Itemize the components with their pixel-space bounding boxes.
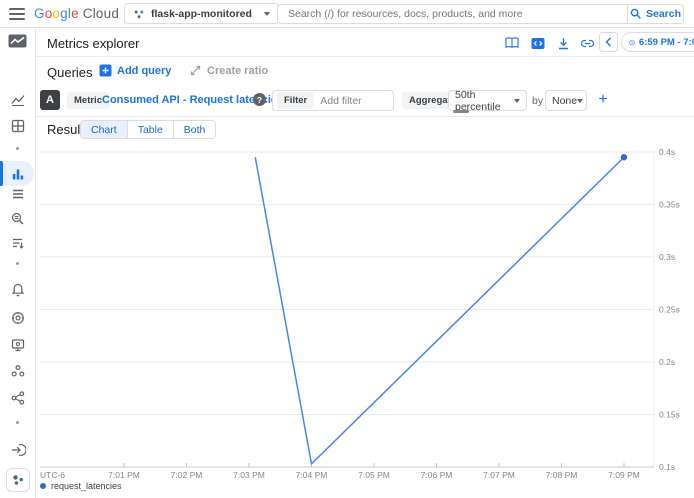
ratio-arrows-icon [189, 64, 202, 77]
filter-chip-label: Filter [277, 92, 314, 109]
query-letter-badge: A [40, 90, 60, 110]
svg-text:0.4s: 0.4s [659, 147, 675, 157]
sidebar-item-overview[interactable] [0, 92, 35, 108]
svg-text:0.35s: 0.35s [659, 200, 680, 210]
google-cloud-logo[interactable]: Google Cloud [34, 6, 119, 21]
chevron-down-icon [577, 99, 583, 103]
cloud-wordmark: Cloud [83, 6, 119, 21]
global-search [277, 4, 628, 24]
metrics-explorer-screen: Google Cloud flask-app-monitored Search [0, 0, 694, 498]
svg-text:0.25s: 0.25s [659, 305, 680, 315]
group-by-dropdown[interactable]: None [545, 90, 587, 111]
queries-title: Queries [47, 65, 93, 80]
sidebar-item-alerting[interactable] [0, 282, 35, 298]
chart-legend[interactable]: request_latencies [40, 481, 122, 491]
svg-text:7:04 PM: 7:04 PM [296, 470, 328, 480]
aggregation-value: 50th percentile [455, 89, 514, 113]
results-view-tabs: Chart Table Both [80, 120, 216, 139]
line-chart-canvas: 0.4s 0.35s 0.3s 0.25s 0.2s 0.15s 0.1s 7:01 PM 7:… [36, 140, 694, 485]
tab-both[interactable]: Both [174, 121, 216, 138]
chevron-down-icon [514, 99, 520, 103]
time-range-text: 6:59 PM - 7:0 [639, 37, 694, 48]
hamburger-menu-icon[interactable] [9, 8, 25, 20]
results-section-header: Results Chart Table Both [36, 117, 694, 140]
sidebar-item-log-search[interactable] [0, 211, 35, 227]
separator-dot [0, 262, 35, 265]
help-icon[interactable]: ? [253, 93, 266, 106]
top-bar: Google Cloud flask-app-monitored Search [0, 0, 694, 28]
svg-text:0.1s: 0.1s [659, 462, 675, 472]
sidebar-item-metrics-explorer[interactable] [0, 166, 35, 182]
clock-icon [629, 37, 635, 48]
more-services-box [6, 468, 30, 492]
sidebar-item-settings[interactable] [0, 310, 35, 326]
sidebar-item-more-services[interactable] [0, 468, 35, 492]
title-bar: Metrics explorer 6:59 PM - 7:0 [36, 28, 694, 57]
create-ratio-label: Create ratio [207, 65, 268, 77]
project-icon [133, 8, 145, 20]
time-range-back-button[interactable] [599, 32, 618, 52]
latency-chart[interactable]: 0.4s 0.35s 0.3s 0.25s 0.2s 0.15s 0.1s 7:01 PM 7:… [36, 140, 694, 498]
project-name: flask-app-monitored [151, 8, 252, 20]
tab-table[interactable]: Table [128, 121, 174, 138]
metric-dropdown[interactable]: Consumed API - Request latencies [102, 94, 295, 106]
search-button[interactable]: Search [627, 4, 684, 24]
filter-placeholder: Add filter [320, 95, 361, 107]
page-title: Metrics explorer [47, 36, 139, 51]
svg-text:0.15s: 0.15s [659, 410, 680, 420]
queries-section-header: Queries Add query Create ratio [36, 57, 694, 85]
svg-text:7:01 PM: 7:01 PM [108, 470, 140, 480]
sidebar-item-uptime-checks[interactable] [0, 337, 35, 353]
scroll-indicator [453, 110, 469, 113]
sidebar-item-share-graph[interactable] [0, 390, 35, 406]
by-label: by [532, 95, 543, 107]
svg-text:0.3s: 0.3s [659, 252, 675, 262]
book-icon[interactable] [504, 35, 520, 51]
add-query-label: Add query [117, 65, 171, 77]
download-icon[interactable] [555, 35, 571, 51]
create-ratio-button[interactable]: Create ratio [189, 64, 268, 77]
code-box-icon[interactable] [530, 35, 546, 51]
link-icon[interactable] [579, 35, 595, 51]
left-nav-sidebar [0, 28, 35, 498]
svg-text:7:03 PM: 7:03 PM [233, 470, 265, 480]
svg-text:7:09 PM: 7:09 PM [608, 470, 640, 480]
search-button-label: Search [646, 8, 681, 20]
legend-label: request_latencies [51, 481, 122, 491]
google-wordmark: Google [34, 6, 79, 21]
query-builder-row: A Metric Consumed API - Request latencie… [36, 85, 694, 117]
sidebar-item-dashboards[interactable] [0, 118, 35, 134]
project-selector[interactable]: flask-app-monitored [124, 3, 279, 24]
add-aggregation-button[interactable]: + [592, 89, 614, 111]
group-by-value: None [552, 95, 577, 107]
svg-text:7:02 PM: 7:02 PM [171, 470, 203, 480]
sidebar-item-integrations[interactable] [0, 442, 35, 458]
search-input[interactable] [278, 8, 628, 20]
time-range-selector[interactable]: 6:59 PM - 7:0 [621, 32, 694, 52]
sidebar-item-list[interactable] [0, 186, 35, 202]
tab-chart[interactable]: Chart [81, 121, 128, 138]
sidebar-item-sort-trace[interactable] [0, 235, 35, 251]
separator-dot [0, 147, 35, 150]
svg-text:7:07 PM: 7:07 PM [483, 470, 515, 480]
chevron-left-icon [605, 37, 612, 47]
svg-text:0.2s: 0.2s [659, 357, 675, 367]
aggregation-dropdown[interactable]: 50th percentile [448, 90, 527, 111]
sidebar-item-groups[interactable] [0, 363, 35, 379]
svg-text:7:05 PM: 7:05 PM [358, 470, 390, 480]
filter-input[interactable]: Filter Add filter [272, 90, 394, 111]
svg-text:7:08 PM: 7:08 PM [546, 470, 578, 480]
add-query-button[interactable]: Add query [99, 64, 171, 77]
plus-square-icon [99, 64, 112, 77]
svg-text:7:06 PM: 7:06 PM [421, 470, 453, 480]
separator-dot [0, 421, 35, 424]
monitoring-product-icon [0, 34, 35, 48]
legend-dot [40, 483, 46, 489]
chevron-down-icon [264, 12, 270, 16]
svg-text:UTC-6: UTC-6 [40, 470, 65, 480]
search-icon [630, 8, 642, 20]
